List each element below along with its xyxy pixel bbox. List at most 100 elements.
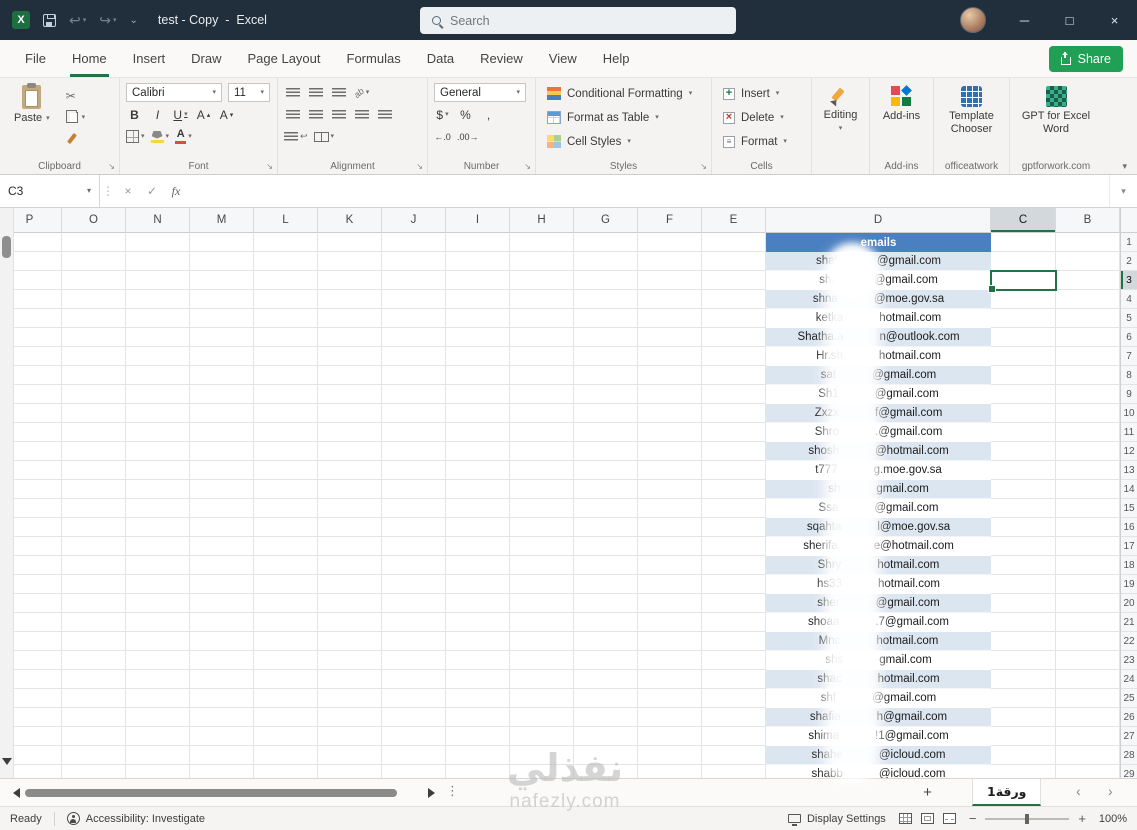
column-header-o[interactable]: O (62, 208, 126, 233)
underline-button[interactable]: U ▾ (172, 106, 189, 124)
column-header-m[interactable]: M (190, 208, 254, 233)
paste-button[interactable]: Paste ▾ (6, 83, 58, 147)
row-header-5[interactable]: 5 (1121, 309, 1137, 328)
row-header-12[interactable]: 12 (1121, 442, 1137, 461)
redo-button[interactable]: ↪ ▾ (99, 12, 116, 29)
alignment-dialog-launcher[interactable]: ↘ (416, 162, 423, 171)
orientation-button[interactable]: ab ▾ (352, 84, 370, 102)
increase-indent-button[interactable] (376, 106, 393, 124)
tab-view[interactable]: View (536, 40, 590, 77)
column-header-l[interactable]: L (254, 208, 318, 233)
zoom-slider-thumb[interactable] (1025, 813, 1030, 824)
row-header-24[interactable]: 24 (1121, 670, 1137, 689)
page-break-view-button[interactable] (942, 813, 956, 824)
minimize-button[interactable]: ─ (1002, 0, 1047, 40)
tab-file[interactable]: File (12, 40, 59, 77)
share-button[interactable]: Share (1048, 46, 1123, 72)
font-dialog-launcher[interactable]: ↘ (266, 162, 273, 171)
cancel-entry-button[interactable]: × (116, 175, 140, 207)
row-header-27[interactable]: 27 (1121, 727, 1137, 746)
format-as-table-button[interactable]: Format as Table ▾ (542, 107, 705, 128)
formula-bar-drag-handle[interactable]: ⋮ (100, 175, 116, 207)
align-right-button[interactable] (330, 106, 347, 124)
sheet-tab-active[interactable]: ورقة1 (972, 779, 1042, 806)
scroll-left-arrow[interactable] (8, 788, 20, 798)
tab-draw[interactable]: Draw (178, 40, 234, 77)
row-header-8[interactable]: 8 (1121, 366, 1137, 385)
search-input[interactable] (450, 13, 724, 28)
tab-page-layout[interactable]: Page Layout (235, 40, 334, 77)
row-header-20[interactable]: 20 (1121, 594, 1137, 613)
undo-button[interactable]: ↩ ▾ (69, 12, 86, 29)
tab-formulas[interactable]: Formulas (334, 40, 414, 77)
zoom-level[interactable]: 100% (1095, 813, 1127, 825)
row-header-13[interactable]: 13 (1121, 461, 1137, 480)
row-header-18[interactable]: 18 (1121, 556, 1137, 575)
customize-quick-access-button[interactable]: ⌄ (130, 15, 138, 26)
row-header-26[interactable]: 26 (1121, 708, 1137, 727)
accounting-format-button[interactable]: $ ▾ (434, 106, 451, 124)
align-left-button[interactable] (284, 106, 301, 124)
horizontal-scrollbar-thumb[interactable] (25, 789, 397, 797)
column-header-d[interactable]: D (766, 208, 991, 233)
column-header-k[interactable]: K (318, 208, 382, 233)
wrap-text-button[interactable]: ↩ (284, 128, 308, 146)
decrease-decimal-button[interactable]: .00→ (457, 128, 479, 146)
display-settings-button[interactable]: Display Settings (787, 813, 886, 826)
column-header-j[interactable]: J (382, 208, 446, 233)
percent-style-button[interactable]: % (457, 106, 474, 124)
row-header-9[interactable]: 9 (1121, 385, 1137, 404)
merge-center-button[interactable]: ▾ (313, 128, 334, 146)
gpt-for-excel-button[interactable]: GPT for Excel Word (1016, 83, 1096, 138)
editing-button[interactable]: Editing ▾ (818, 83, 863, 135)
sheet-nav-next-button[interactable]: › (1108, 783, 1113, 799)
row-header-2[interactable]: 2 (1121, 252, 1137, 271)
save-button[interactable] (43, 13, 56, 27)
column-header-n[interactable]: N (126, 208, 190, 233)
align-center-button[interactable] (307, 106, 324, 124)
confirm-entry-button[interactable]: ✓ (140, 175, 164, 207)
format-painter-button[interactable] (62, 129, 90, 147)
align-bottom-button[interactable] (330, 84, 347, 102)
align-top-button[interactable] (284, 84, 301, 102)
font-color-button[interactable]: A ▾ (175, 128, 192, 146)
cut-button[interactable]: ✂ (62, 87, 90, 105)
accessibility-status[interactable]: Accessibility: Investigate (66, 812, 205, 825)
bold-button[interactable]: B (126, 106, 143, 124)
vertical-scrollbar[interactable] (0, 208, 14, 778)
column-header-i[interactable]: I (446, 208, 510, 233)
column-header-b[interactable]: B (1056, 208, 1120, 233)
zoom-in-button[interactable]: + (1078, 811, 1086, 826)
column-header-e[interactable]: E (702, 208, 766, 233)
font-size-select[interactable]: 11 ▾ (228, 83, 270, 102)
borders-button[interactable]: ▾ (126, 128, 145, 146)
row-header-15[interactable]: 15 (1121, 499, 1137, 518)
row-header-1[interactable]: 1 (1121, 233, 1137, 252)
tab-home[interactable]: Home (59, 40, 120, 77)
column-header-f[interactable]: F (638, 208, 702, 233)
row-header-7[interactable]: 7 (1121, 347, 1137, 366)
row-header-3[interactable]: 3 (1121, 271, 1137, 290)
new-sheet-button[interactable]: + (916, 781, 939, 804)
clipboard-dialog-launcher[interactable]: ↘ (108, 162, 115, 171)
horizontal-scrollbar[interactable] (8, 786, 440, 800)
column-header-c[interactable]: C (991, 208, 1056, 233)
close-button[interactable]: × (1092, 0, 1137, 40)
insert-cells-button[interactable]: + Insert ▾ (718, 83, 805, 104)
table-row[interactable]: shabb @icloud.com (766, 765, 991, 778)
horizontal-scrollbar-track[interactable] (25, 789, 423, 797)
copy-button[interactable]: ▾ (62, 108, 90, 126)
row-header-21[interactable]: 21 (1121, 613, 1137, 632)
insert-function-button[interactable]: fx (164, 175, 188, 207)
row-header-14[interactable]: 14 (1121, 480, 1137, 499)
tab-review[interactable]: Review (467, 40, 536, 77)
expand-formula-bar-button[interactable]: ▾ (1109, 175, 1137, 207)
page-layout-view-button[interactable] (920, 813, 934, 824)
row-header-6[interactable]: 6 (1121, 328, 1137, 347)
row-header-22[interactable]: 22 (1121, 632, 1137, 651)
row-header-11[interactable]: 11 (1121, 423, 1137, 442)
tab-insert[interactable]: Insert (120, 40, 179, 77)
sheet-nav-prev-button[interactable]: ‹ (1076, 783, 1081, 799)
conditional-formatting-button[interactable]: Conditional Formatting ▾ (542, 83, 705, 104)
decrease-indent-button[interactable] (353, 106, 370, 124)
